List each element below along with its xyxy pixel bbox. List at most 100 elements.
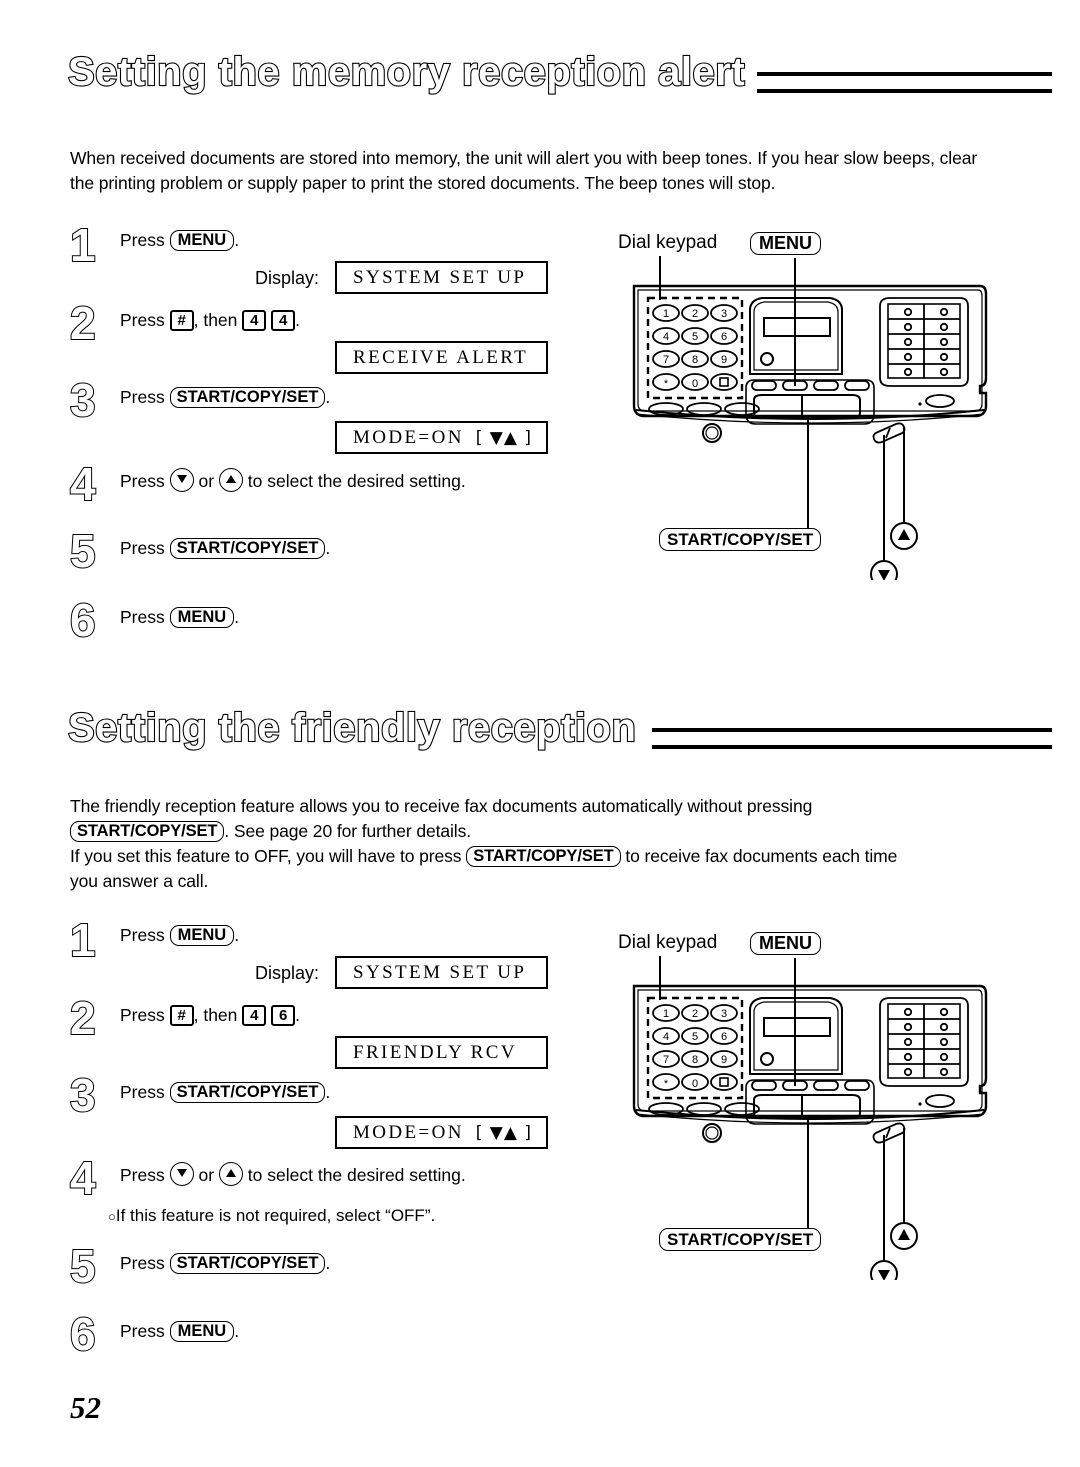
intro-line-4: you answer a call. [70, 871, 209, 891]
indicator-led [760, 352, 774, 366]
menu-key-label[interactable]: MENU [169, 925, 235, 946]
svg-text:7: 7 [663, 1054, 669, 1066]
right-oval-button [925, 1094, 955, 1108]
lcd-text: MODE=ON [353, 1121, 464, 1143]
svg-text:5: 5 [692, 331, 698, 343]
svg-text:2: 2 [692, 1008, 698, 1020]
step-text-3: Press START/COPY/SET. [120, 1080, 330, 1104]
digit-key-2[interactable]: 4 [271, 310, 296, 331]
round-monitor-button [702, 423, 722, 443]
intro-line-1: The friendly reception feature allows yo… [70, 796, 813, 816]
lcd-display-4: SYSTEM SET UP [335, 956, 548, 989]
up-triangle [898, 1229, 910, 1240]
step-verb: Press [120, 1005, 165, 1025]
step-number-4: 4 [69, 458, 97, 510]
right-dot-marker [918, 1102, 922, 1106]
intro-line-3b: to receive fax documents each time [625, 846, 898, 866]
step-verb: Press [120, 607, 165, 627]
up-down-rocker [872, 1122, 906, 1144]
section-title-text: Setting the friendly reception [67, 705, 637, 751]
start-copy-set-key-label[interactable]: START/COPY/SET [466, 846, 621, 867]
start-copy-set-key-label[interactable]: START/COPY/SET [169, 1253, 326, 1274]
lcd-display-1: SYSTEM SET UP [335, 261, 548, 294]
start-copy-set-bar [753, 394, 861, 419]
start-callout-1: START/COPY/SET [659, 528, 822, 551]
start-copy-set-key-label[interactable]: START/COPY/SET [169, 538, 326, 559]
intro-line-3a: If you set this feature to OFF, you will… [70, 846, 462, 866]
step-tail: to select the desired setting. [247, 1165, 466, 1185]
step-period: . [295, 1005, 301, 1025]
step-number-1: 1 [69, 914, 97, 966]
svg-text:8: 8 [692, 354, 698, 366]
menu-callout-label: MENU [750, 232, 821, 255]
down-arrow-icon[interactable] [169, 1162, 194, 1186]
start-callout-label: START/COPY/SET [659, 1228, 822, 1251]
lcd-text: SYSTEM SET UP [353, 266, 527, 288]
lcd-screen [763, 1017, 831, 1037]
lcd-screen [763, 317, 831, 337]
svg-text:4: 4 [663, 331, 669, 343]
digit-key-2[interactable]: 6 [271, 1005, 296, 1026]
start-callout-2: START/COPY/SET [659, 1228, 822, 1251]
step-period: . [325, 1082, 331, 1102]
menu-callout-label: MENU [750, 932, 821, 955]
menu-key-label[interactable]: MENU [169, 230, 235, 251]
up-triangle [898, 529, 910, 540]
lcd-arrow-hint: [ ▼▲ ] [475, 1122, 532, 1143]
right-dot-marker [918, 402, 922, 406]
step-number-5: 5 [69, 1240, 97, 1292]
step-text-5: Press START/COPY/SET. [120, 1251, 330, 1275]
svg-text:6: 6 [721, 1031, 727, 1043]
indicator-led [760, 1052, 774, 1066]
digit-key-1[interactable]: 4 [242, 310, 267, 331]
manual-page: Setting the memory reception alert When … [0, 0, 1080, 1467]
step-period: . [234, 230, 240, 250]
svg-text:2: 2 [692, 308, 698, 320]
start-copy-set-key-label[interactable]: START/COPY/SET [169, 1082, 326, 1103]
step-verb: Press [120, 230, 165, 250]
lcd-display-3: MODE=ON [ ▼▲ ] [335, 421, 548, 454]
step-text-2: Press #, then 4 6. [120, 1003, 300, 1027]
svg-text:7: 7 [663, 354, 669, 366]
step-verb: Press [120, 1253, 165, 1273]
section-title-text: Setting the memory reception alert [67, 49, 746, 95]
step-verb: Press [120, 310, 165, 330]
step-period: . [325, 538, 331, 558]
step-or: or [198, 471, 215, 491]
function-button-4 [844, 380, 870, 391]
start-copy-set-key-label[interactable]: START/COPY/SET [169, 387, 326, 408]
step-text-2: Press #, then 4 4. [120, 308, 300, 332]
function-button-3 [813, 1080, 839, 1091]
lcd-display-6: MODE=ON [ ▼▲ ] [335, 1116, 548, 1149]
intro-paragraph-memory-alert: When received documents are stored into … [70, 148, 978, 193]
svg-text:0: 0 [692, 378, 698, 390]
down-arrow-icon[interactable] [169, 468, 194, 492]
menu-key-label[interactable]: MENU [169, 607, 235, 628]
hash-key[interactable]: # [169, 310, 194, 331]
note-bullet-icon: ○ [108, 1209, 116, 1224]
step-number-4: 4 [69, 1152, 97, 1204]
function-button-1 [751, 1080, 777, 1091]
page-number: 52 [70, 1390, 101, 1425]
note-text: If this feature is not required, select … [115, 1206, 436, 1225]
fax-body-inner [637, 989, 983, 1112]
right-oval-button [925, 394, 955, 408]
menu-key-label[interactable]: MENU [169, 1321, 235, 1342]
svg-text:1: 1 [663, 308, 669, 320]
step-or: or [198, 1165, 215, 1185]
start-copy-set-key-label[interactable]: START/COPY/SET [70, 821, 225, 842]
hash-key[interactable]: # [169, 1005, 194, 1026]
digit-key-1[interactable]: 4 [242, 1005, 267, 1026]
lcd-display-5: FRIENDLY RCV [335, 1036, 548, 1069]
console-function-buttons [751, 1080, 870, 1091]
svg-text:*: * [664, 1078, 669, 1090]
dial-keypad-label-2: Dial keypad [618, 932, 718, 953]
up-arrow-icon[interactable] [218, 1162, 243, 1186]
step-number-5: 5 [69, 525, 97, 577]
step-verb: Press [120, 1321, 165, 1341]
heading-rule [757, 72, 1052, 93]
up-arrow-icon[interactable] [218, 468, 243, 492]
step-number-3: 3 [69, 374, 97, 426]
hash-key-glyph [719, 1077, 729, 1087]
step-period: . [325, 387, 331, 407]
